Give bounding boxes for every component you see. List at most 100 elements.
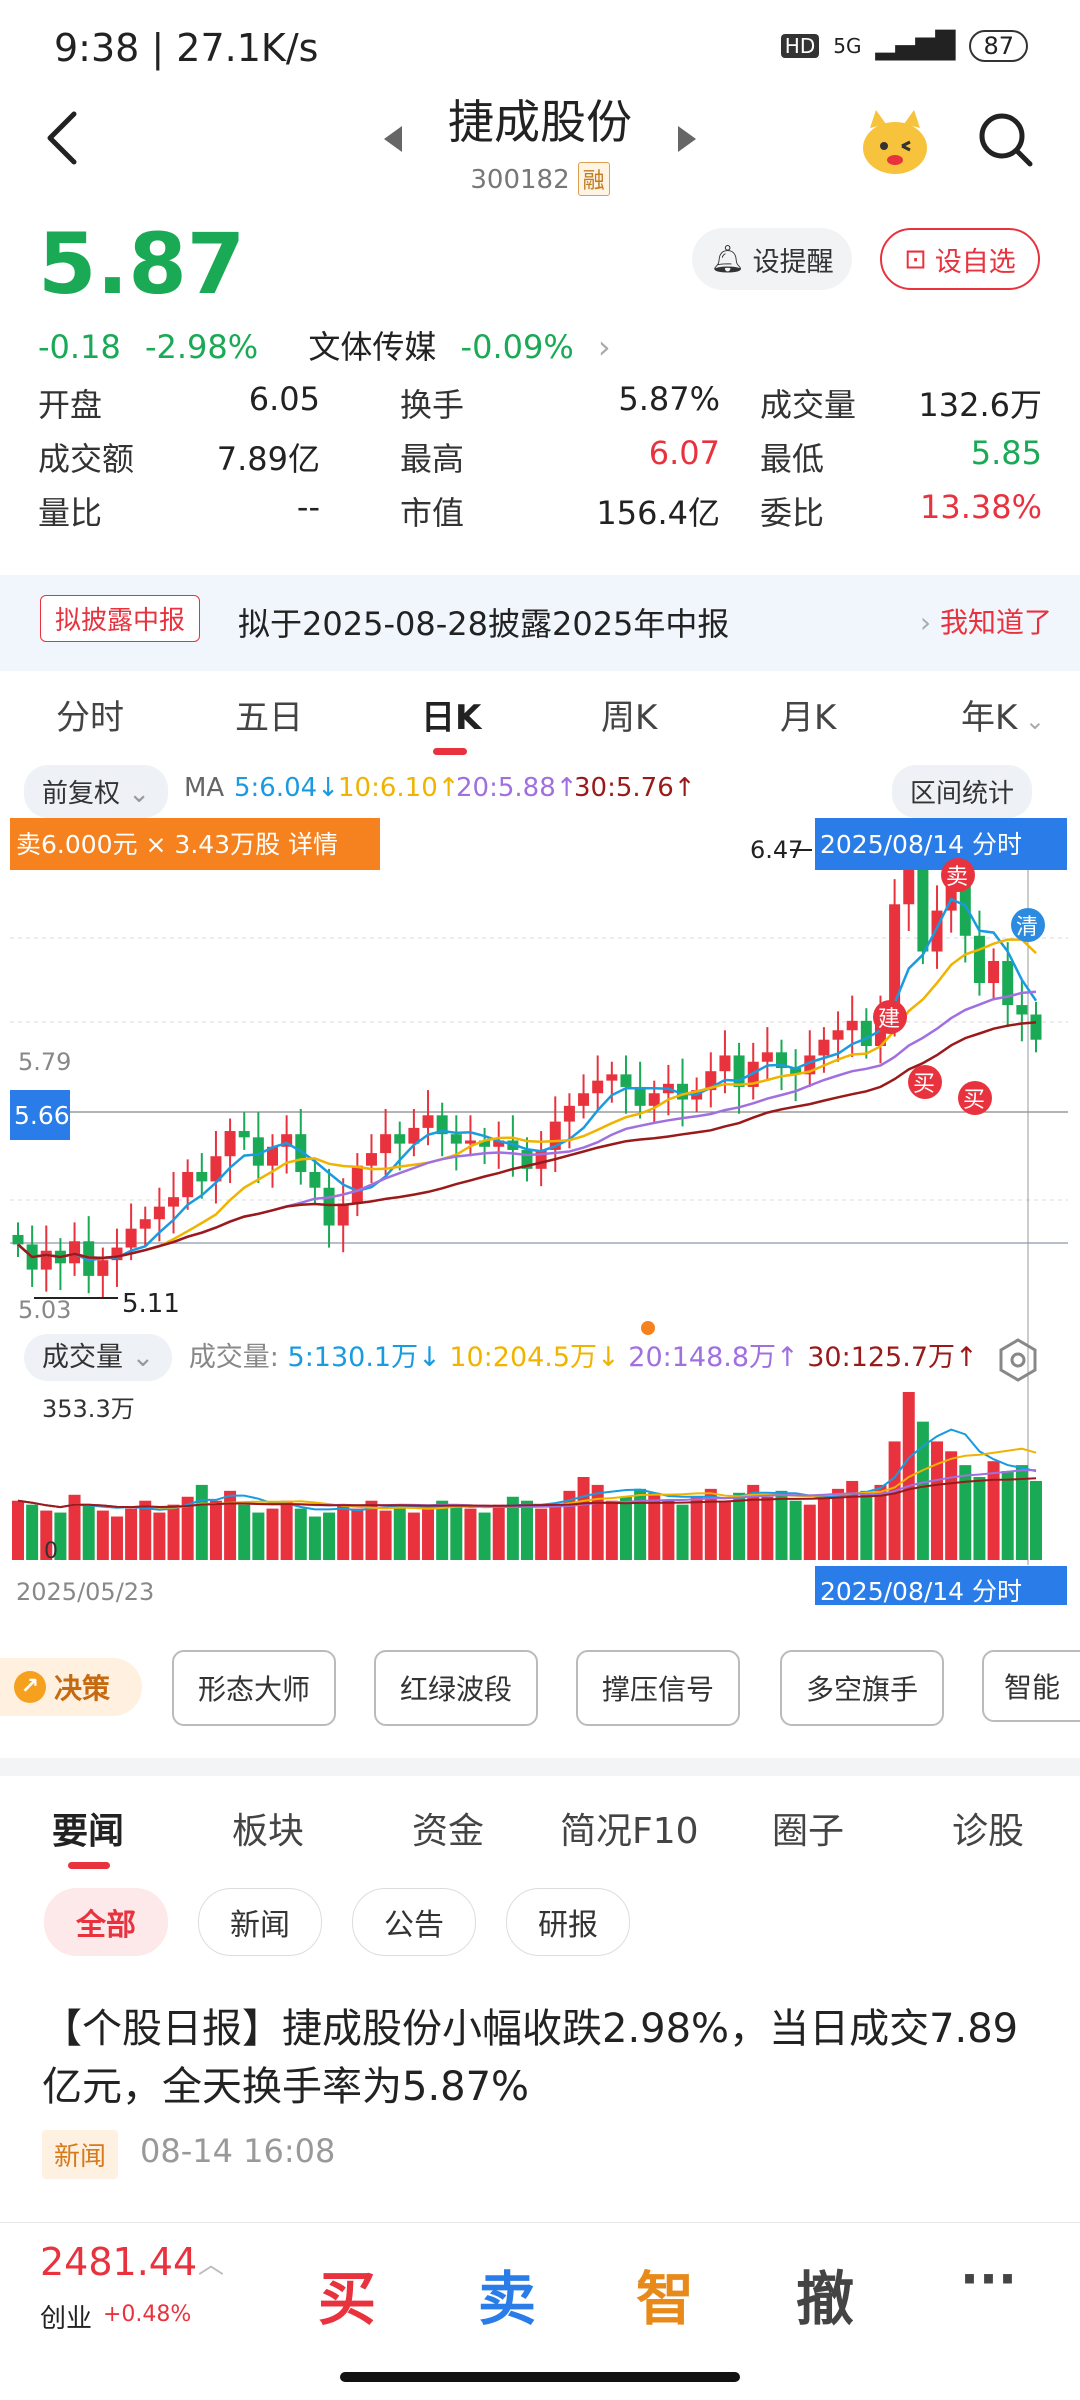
volume-selector-label: 成交量 — [42, 1342, 123, 1373]
kline-chart[interactable]: 卖6.000元 × 3.43万股 详情 2025/08/14 分时 6.47 5… — [0, 815, 1080, 1605]
news-headline[interactable]: 【个股日报】捷成股份小幅收跌2.98%，当日成交7.89亿元，全天换手率为5.8… — [42, 2000, 1042, 2116]
candle-body — [1016, 1005, 1028, 1015]
candle-body — [931, 910, 943, 952]
chevron-right-icon[interactable]: › — [598, 328, 611, 366]
volume-bar — [860, 1490, 873, 1560]
high-value: 6.07 — [648, 434, 720, 472]
candle-body — [224, 1131, 236, 1157]
volume-bar — [393, 1504, 406, 1560]
candle-body — [578, 1093, 590, 1106]
tool-smart[interactable]: 智能 — [982, 1650, 1080, 1722]
status-bar: 9:38 | 27.1K/s HD 5G ▂▄▆█ 87 — [0, 0, 1080, 88]
volume-bar — [323, 1512, 336, 1560]
vol-ma30: 30:125.7万↑ — [807, 1342, 978, 1373]
home-indicator[interactable] — [340, 2372, 740, 2382]
open-label: 开盘 — [38, 386, 103, 424]
section-divider — [0, 1758, 1080, 1776]
tab-daily-k[interactable]: 日K — [421, 690, 481, 739]
tool-red-green-band[interactable]: 红绿波段 — [374, 1650, 538, 1726]
candles — [12, 838, 1042, 1298]
candle-body — [196, 1171, 208, 1182]
svg-text:清: 清 — [1016, 915, 1038, 940]
svg-text:建: 建 — [878, 1007, 900, 1032]
filter-research[interactable]: 研报 — [506, 1888, 630, 1956]
candle-body — [973, 935, 985, 984]
tab-news-top[interactable]: 要闻 — [52, 1802, 124, 1854]
set-alert-button[interactable]: 🔔︎ 设提醒 — [692, 228, 852, 290]
volume-bar — [478, 1512, 491, 1560]
tab-diagnose[interactable]: 诊股 — [952, 1802, 1024, 1854]
smart-button[interactable]: 智 — [636, 2252, 694, 2336]
tab-yearly-k[interactable]: 年K ⌄ — [961, 690, 1045, 739]
add-watchlist-button[interactable]: ⊡ 设自选 — [880, 228, 1040, 290]
svg-text:卖: 卖 — [946, 865, 968, 890]
settings-icon[interactable] — [998, 1338, 1038, 1382]
volume-bar — [1030, 1480, 1042, 1560]
buy-button[interactable]: 买 — [318, 2252, 376, 2336]
tab-sector[interactable]: 板块 — [232, 1802, 304, 1854]
index-value[interactable]: 2481.44 — [40, 2240, 197, 2284]
news-time: 08-14 16:08 — [140, 2132, 336, 2170]
filter-news[interactable]: 新闻 — [198, 1888, 322, 1956]
cancel-order-button[interactable]: 撤 — [796, 2252, 854, 2336]
tool-support-signal[interactable]: 撑压信号 — [576, 1650, 740, 1726]
open-value: 6.05 — [248, 380, 320, 418]
vol-ma20: 20:148.8万↑ — [628, 1342, 799, 1373]
volume-bar — [351, 1508, 364, 1560]
volume-bar — [521, 1500, 533, 1560]
candle-body — [139, 1219, 151, 1229]
candle-body — [634, 1086, 646, 1106]
sector-name[interactable]: 文体传媒 — [308, 328, 436, 366]
tab-monthly-k[interactable]: 月K — [780, 690, 836, 739]
tab-weekly-k[interactable]: 周K — [601, 690, 657, 739]
tab-f10[interactable]: 简况F10 — [560, 1802, 699, 1854]
range-stats-button[interactable]: 区间统计 — [892, 765, 1033, 818]
volume-bar — [959, 1465, 972, 1560]
volume-bar — [733, 1492, 746, 1560]
adjust-label: 前复权 — [42, 779, 121, 809]
volume-bar — [450, 1504, 463, 1560]
tab-five-day[interactable]: 五日 — [235, 690, 303, 739]
tool-pattern-master[interactable]: 形态大师 — [172, 1650, 336, 1726]
tab-intraday[interactable]: 分时 — [56, 690, 124, 739]
candle-body — [351, 1165, 363, 1204]
volume-bar — [973, 1476, 986, 1560]
volume-bar — [888, 1441, 901, 1560]
stock-code-text: 300182 — [470, 165, 570, 195]
candle-body — [917, 857, 929, 952]
candle-body — [182, 1171, 194, 1198]
volume-bar — [775, 1490, 788, 1560]
volume-bar — [167, 1504, 180, 1560]
chat-icon: ⊡ — [904, 243, 927, 275]
volume-bar — [407, 1512, 420, 1560]
sell-button[interactable]: 卖 — [478, 2252, 536, 2336]
mascot-icon[interactable] — [858, 106, 932, 178]
banner-dismiss[interactable]: › 我知道了 — [920, 601, 1052, 641]
tool-bull-bear-flag[interactable]: 多空旗手 — [780, 1650, 944, 1726]
volume-bar — [238, 1504, 251, 1560]
tab-funds[interactable]: 资金 — [412, 1802, 484, 1854]
candle-body — [125, 1228, 137, 1248]
search-icon[interactable] — [976, 110, 1036, 170]
low-label: 最低 — [760, 440, 825, 478]
disclosure-banner[interactable]: 拟披露中报 拟于2025-08-28披露2025年中报 › 我知道了 — [0, 575, 1080, 671]
volume-bar — [125, 1508, 138, 1560]
volume-bar — [294, 1508, 307, 1560]
volume-selector[interactable]: 成交量 ⌄ — [24, 1334, 173, 1381]
candle-body — [69, 1241, 81, 1264]
chevron-up-icon[interactable]: ︿ — [198, 2244, 224, 2281]
ma-label: MA — [184, 773, 225, 803]
adjust-selector[interactable]: 前复权 ⌄ — [24, 765, 169, 818]
vol-ma5: 5:130.1万↓ — [287, 1342, 441, 1373]
decision-button[interactable]: ↗ 决策 — [0, 1658, 142, 1716]
tab-circle[interactable]: 圈子 — [772, 1802, 844, 1854]
add-watchlist-label: 设自选 — [934, 246, 1016, 278]
mcap-value: 156.4亿 — [596, 494, 720, 532]
volume-bar — [803, 1504, 816, 1560]
more-button[interactable]: ··· — [960, 2250, 1017, 2308]
filter-all[interactable]: 全部 — [44, 1888, 168, 1956]
filter-announcement[interactable]: 公告 — [352, 1888, 476, 1956]
candle-body — [761, 1052, 773, 1062]
volume-bar — [280, 1500, 293, 1560]
price-change: -0.18 — [38, 328, 121, 366]
